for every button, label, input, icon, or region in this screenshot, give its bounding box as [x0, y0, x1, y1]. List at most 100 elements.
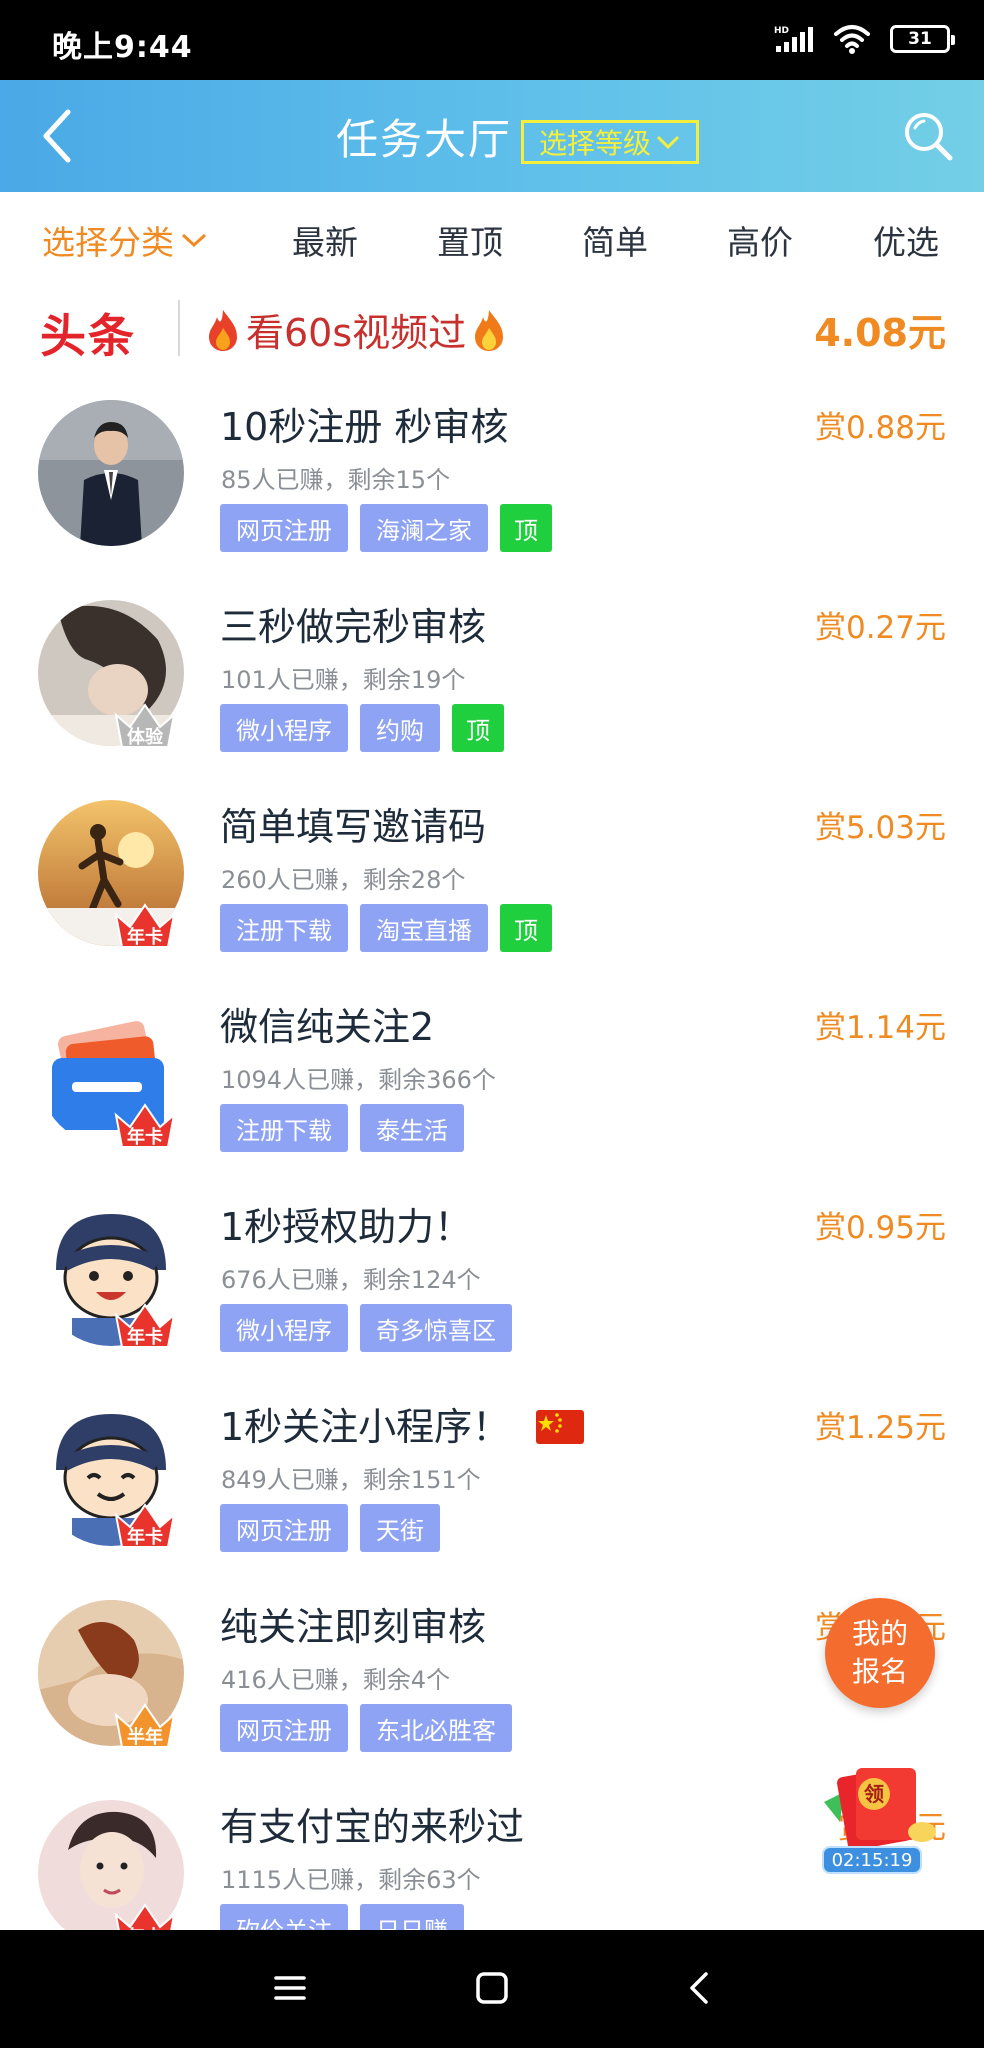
red-packet-button[interactable]: 领 02:15:19: [822, 1762, 942, 1876]
member-badge: 年卡: [110, 895, 180, 951]
task-tag: 淘宝直播: [360, 904, 488, 952]
task-title: 纯关注即刻审核: [220, 1605, 487, 1649]
task-item[interactable]: 年卡 1秒授权助力！ 赏0.95元 676人已赚，剩余124个 微小程序 奇多惊…: [0, 1190, 984, 1390]
task-item[interactable]: 10秒注册 秒审核 赏0.88元 85人已赚，剩余15个 网页注册 海澜之家 顶: [0, 390, 984, 590]
chevron-down-icon: [656, 135, 680, 150]
home-square-icon[interactable]: [472, 1968, 512, 2008]
task-tag: 网页注册: [220, 1704, 348, 1752]
filter-simple[interactable]: 简单: [582, 216, 648, 264]
svg-text:HD: HD: [774, 26, 789, 36]
task-reward: 赏5.03元: [814, 810, 946, 846]
page-title: 任务大厅: [336, 115, 513, 164]
task-tag: 东北必胜客: [360, 1704, 512, 1752]
task-reward: 赏0.95元: [814, 1210, 946, 1246]
task-title: 简单填写邀请码: [220, 805, 487, 849]
task-title: 1秒关注小程序！: [220, 1396, 585, 1451]
task-tag: 微小程序: [220, 1304, 348, 1352]
battery-indicator: 31: [890, 25, 955, 53]
badge-label: 年卡: [127, 1327, 163, 1348]
task-tags: 网页注册 东北必胜客: [220, 1704, 512, 1752]
member-badge: 年卡: [110, 1495, 180, 1551]
app-header: 任务大厅 选择等级: [0, 80, 984, 192]
filter-featured[interactable]: 优选: [873, 216, 939, 264]
countdown-timer: 02:15:19: [822, 1846, 922, 1874]
chevron-down-icon: [181, 233, 207, 248]
task-tag: 注册下载: [220, 904, 348, 952]
headline-label: 看60s视频过: [246, 311, 467, 355]
task-title: 微信纯关注2: [220, 1005, 435, 1049]
task-tag: 网页注册: [220, 504, 348, 552]
filter-latest[interactable]: 最新: [292, 216, 358, 264]
task-tag: 奇多惊喜区: [360, 1304, 512, 1352]
task-tag: 网页注册: [220, 1504, 348, 1552]
task-stats: 101人已赚，剩余19个: [221, 666, 466, 694]
my-signups-button[interactable]: 我的 报名: [825, 1598, 935, 1708]
red-packet-icon: 领: [824, 1767, 936, 1851]
pinned-tag: 顶: [452, 704, 504, 752]
task-title-text: 1秒关注小程序！: [220, 1405, 511, 1449]
task-tag: 微小程序: [220, 704, 348, 752]
task-title: 10秒注册 秒审核: [220, 405, 509, 449]
task-stats: 1094人已赚，剩余366个: [221, 1066, 496, 1094]
system-nav-bar: [0, 1930, 984, 2048]
fab-line-2: 报名: [851, 1655, 908, 1688]
china-flag-icon: [536, 1410, 585, 1444]
badge-label: 半年: [127, 1727, 163, 1748]
fire-icon: [209, 309, 237, 351]
task-item[interactable]: 年卡 微信纯关注2 赏1.14元 1094人已赚，剩余366个 注册下载 泰生活: [0, 990, 984, 1190]
task-tags: 微小程序 约购 顶: [220, 704, 504, 752]
pinned-tag: 顶: [500, 904, 552, 952]
signal-icon: HD: [774, 26, 813, 52]
battery-level: 31: [908, 29, 932, 49]
task-reward: 赏1.25元: [814, 1410, 946, 1446]
member-badge: 半年: [110, 1695, 180, 1751]
chevron-left-icon[interactable]: [36, 106, 80, 166]
filter-bar: 选择分类 最新 置顶 简单 高价 优选: [0, 192, 984, 282]
back-triangle-icon[interactable]: [680, 1968, 720, 2008]
task-tags: 注册下载 泰生活: [220, 1104, 464, 1152]
task-item[interactable]: 年卡 1秒关注小程序！ 赏1.25元 849人已赚，剩余151个 网页注册 天街: [0, 1390, 984, 1590]
task-tag: 注册下载: [220, 1104, 348, 1152]
task-title: 有支付宝的来秒过: [220, 1805, 525, 1849]
filter-high-price[interactable]: 高价: [727, 216, 793, 264]
task-reward: 赏0.27元: [814, 610, 946, 646]
pinned-tag: 顶: [500, 504, 552, 552]
badge-label: 体验: [127, 727, 163, 748]
menu-icon[interactable]: [270, 1968, 310, 2008]
headline-banner[interactable]: 头条 看60s视频过 4.08元: [0, 282, 984, 378]
task-item[interactable]: 年卡 简单填写邀请码 赏5.03元 260人已赚，剩余28个 注册下载 淘宝直播…: [0, 790, 984, 990]
category-filter[interactable]: 选择分类: [42, 216, 208, 264]
task-tags: 注册下载 淘宝直播 顶: [220, 904, 552, 952]
task-stats: 260人已赚，剩余28个: [221, 866, 466, 894]
badge-label: 年卡: [127, 927, 163, 948]
select-level-button[interactable]: 选择等级: [521, 120, 699, 164]
task-title: 三秒做完秒审核: [220, 605, 487, 649]
task-stats: 676人已赚，剩余124个: [221, 1266, 481, 1294]
select-level-label: 选择等级: [538, 127, 651, 160]
task-stats: 849人已赚，剩余151个: [221, 1466, 481, 1494]
avatar: [38, 400, 184, 546]
status-time: 晚上9:44: [52, 30, 193, 65]
task-stats: 85人已赚，剩余15个: [221, 466, 451, 494]
task-tags: 微小程序 奇多惊喜区: [220, 1304, 512, 1352]
badge-label: 年卡: [127, 1127, 163, 1148]
filter-pinned[interactable]: 置顶: [437, 216, 503, 264]
red-packet-label: 领: [864, 1782, 884, 1806]
toutiao-logo: 头条: [40, 309, 136, 363]
task-tag: 泰生活: [360, 1104, 464, 1152]
task-tag: 约购: [360, 704, 440, 752]
task-stats: 416人已赚，剩余4个: [221, 1666, 451, 1694]
member-badge: 体验: [110, 695, 180, 751]
fire-icon: [475, 309, 504, 351]
task-title: 1秒授权助力！: [220, 1205, 473, 1249]
task-tags: 网页注册 海澜之家 顶: [220, 504, 552, 552]
task-item[interactable]: 体验 三秒做完秒审核 赏0.27元 101人已赚，剩余19个 微小程序 约购 顶: [0, 590, 984, 790]
wifi-icon: [834, 25, 870, 54]
divider: [178, 300, 180, 356]
fab-line-1: 我的: [851, 1617, 908, 1650]
headline-amount: 4.08元: [814, 311, 946, 355]
task-reward: 赏0.88元: [814, 410, 946, 446]
task-tag: 海澜之家: [360, 504, 488, 552]
search-icon[interactable]: [902, 110, 954, 162]
task-tag: 天街: [360, 1504, 440, 1552]
